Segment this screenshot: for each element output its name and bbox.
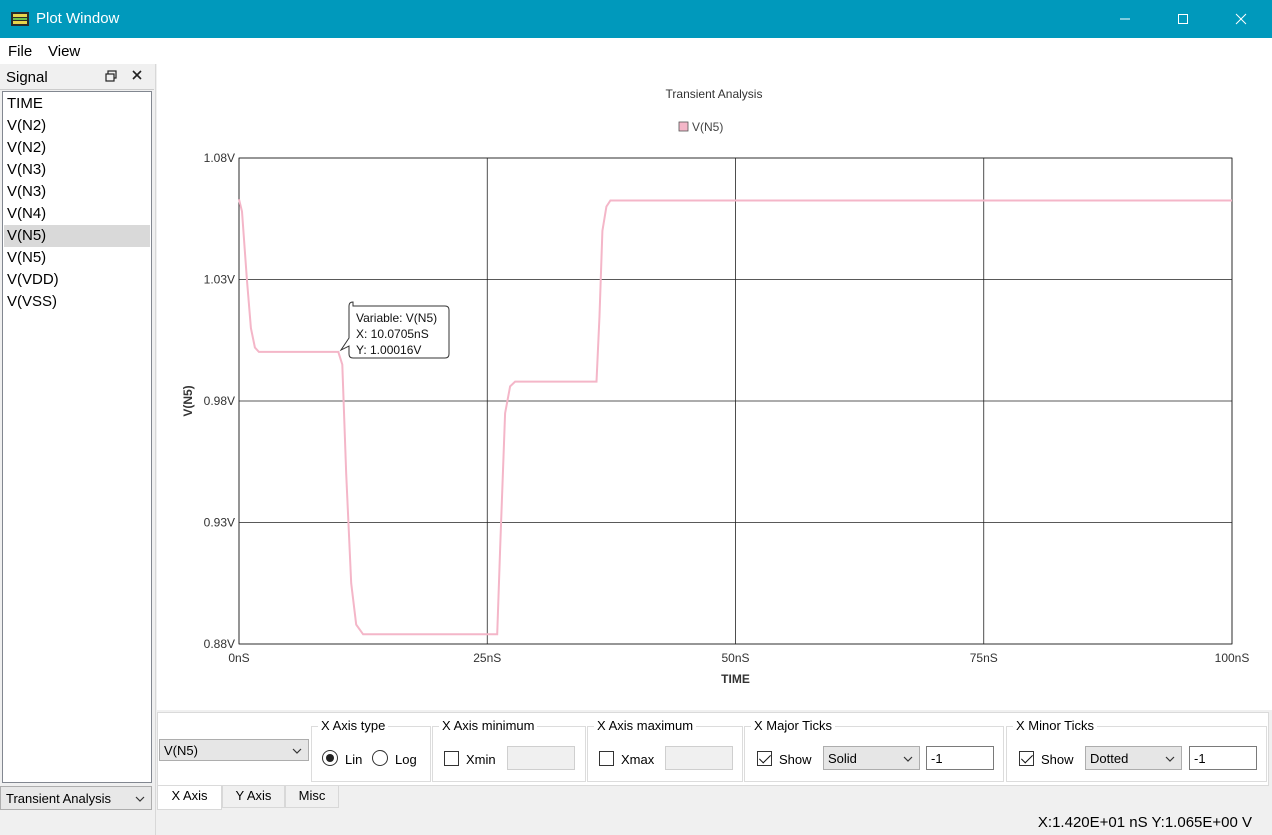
y-tick-label: 0.88V <box>204 637 235 651</box>
x-axis-max-group: X Axis maximum Xmax <box>587 718 743 782</box>
legend-label: V(N5) <box>692 120 723 134</box>
signal-list-item[interactable]: V(VDD) <box>4 269 150 291</box>
major-ticks-show-checkbox[interactable] <box>757 751 772 766</box>
x-tick-label: 75nS <box>970 651 998 665</box>
xmax-input[interactable] <box>665 746 733 770</box>
lin-label: Lin <box>345 752 363 767</box>
x-axis-label: TIME <box>721 672 750 686</box>
lin-radio[interactable] <box>322 750 338 766</box>
x-tick-label: 50nS <box>721 651 749 665</box>
tooltip-line: Variable: V(N5) <box>356 311 437 325</box>
major-ticks-value-input[interactable]: -1 <box>926 746 994 770</box>
x-axis-min-title: X Axis minimum <box>439 718 538 733</box>
close-icon <box>1235 13 1247 25</box>
status-bar: X:1.420E+01 nS Y:1.065E+00 V <box>157 812 1272 835</box>
variable-select-value: V(N5) <box>164 743 198 758</box>
log-radio[interactable] <box>372 750 388 766</box>
cursor-coordinates: X:1.420E+01 nS Y:1.065E+00 V <box>1037 814 1252 831</box>
signal-list-item[interactable]: V(VSS) <box>4 291 150 313</box>
x-tick-label: 100nS <box>1215 651 1250 665</box>
title-bar: Plot Window <box>0 0 1272 38</box>
signal-list-item[interactable]: TIME <box>4 93 150 115</box>
y-tick-label: 1.08V <box>204 151 235 165</box>
minor-ticks-show-label: Show <box>1041 752 1074 767</box>
x-axis-min-group: X Axis minimum Xmin <box>432 718 586 782</box>
minor-ticks-style-select[interactable]: Dotted <box>1085 746 1182 770</box>
x-axis-type-group: X Axis type Lin Log <box>311 718 431 782</box>
x-tick-label: 0nS <box>228 651 249 665</box>
close-button[interactable] <box>1212 0 1270 38</box>
x-major-ticks-group: X Major Ticks Show Solid -1 <box>744 718 1004 782</box>
x-minor-ticks-title: X Minor Ticks <box>1013 718 1098 733</box>
minor-ticks-value-input[interactable]: -1 <box>1189 746 1257 770</box>
menu-bar: File View <box>0 38 1272 64</box>
float-panel-icon[interactable] <box>104 69 118 83</box>
xmin-checkbox[interactable] <box>444 751 459 766</box>
maximize-icon <box>1178 14 1188 24</box>
xmin-input[interactable] <box>507 746 575 770</box>
signal-list-item[interactable]: V(N2) <box>4 115 150 137</box>
tab-x-axis[interactable]: X Axis <box>157 786 222 810</box>
signal-list: TIME V(N2) V(N2) V(N3) V(N3) V(N4) V(N5) V(N5) V… <box>2 91 152 783</box>
y-axis-label: V(N5) <box>181 385 195 416</box>
x-major-ticks-title: X Major Ticks <box>751 718 836 733</box>
major-ticks-show-label: Show <box>779 752 812 767</box>
maximize-button[interactable] <box>1154 0 1212 38</box>
signal-list-item[interactable]: V(N5) <box>4 225 150 247</box>
menu-file[interactable]: File <box>8 43 32 60</box>
signal-panel: Signal TIME V(N2) V(N2) V(N3) V(N3) V(N4) V(N5… <box>0 64 156 835</box>
transient-chart[interactable]: Transient Analysis V(N5) 0nS 25nS 50nS 75nS 10… <box>157 64 1272 710</box>
tab-y-axis[interactable]: Y Axis <box>222 786 285 808</box>
signal-list-item[interactable]: V(N3) <box>4 159 150 181</box>
xmax-checkbox[interactable] <box>599 751 614 766</box>
major-ticks-style-select[interactable]: Solid <box>823 746 920 770</box>
y-tick-label: 1.03V <box>204 273 235 287</box>
signal-list-item[interactable]: V(N2) <box>4 137 150 159</box>
minimize-button[interactable] <box>1096 0 1154 38</box>
log-label: Log <box>395 752 417 767</box>
tooltip-line: Y: 1.00016V <box>356 343 421 357</box>
x-axis-type-title: X Axis type <box>318 718 389 733</box>
plot-area[interactable]: Transient Analysis V(N5) 0nS 25nS 50nS 75nS 10… <box>157 64 1272 710</box>
chevron-down-icon <box>1165 756 1175 762</box>
signal-list-item[interactable]: V(N5) <box>4 247 150 269</box>
app-icon <box>11 12 29 26</box>
legend-swatch <box>678 121 689 132</box>
signal-list-item[interactable]: V(N4) <box>4 203 150 225</box>
tab-misc[interactable]: Misc <box>285 786 339 808</box>
menu-view[interactable]: View <box>48 43 80 60</box>
window-title: Plot Window <box>36 10 120 27</box>
y-tick-label: 0.98V <box>204 394 235 408</box>
x-minor-ticks-group: X Minor Ticks Show Dotted -1 <box>1006 718 1267 782</box>
tooltip-line: X: 10.0705nS <box>356 327 429 341</box>
minimize-icon <box>1120 18 1130 20</box>
minor-ticks-style-value: Dotted <box>1090 751 1129 766</box>
signal-list-item[interactable]: V(N3) <box>4 181 150 203</box>
close-panel-icon[interactable] <box>130 68 144 82</box>
signal-panel-header: Signal <box>0 64 154 90</box>
signal-panel-title: Signal <box>6 69 48 86</box>
x-axis-max-title: X Axis maximum <box>594 718 697 733</box>
analysis-type-value: Transient Analysis <box>6 791 112 806</box>
y-tick-label: 0.93V <box>204 516 235 530</box>
xmin-label: Xmin <box>466 752 496 767</box>
minor-ticks-show-checkbox[interactable] <box>1019 751 1034 766</box>
chart-title: Transient Analysis <box>666 87 763 101</box>
chevron-down-icon <box>903 756 913 762</box>
xmax-label: Xmax <box>621 752 655 767</box>
variable-select[interactable]: V(N5) <box>159 739 309 761</box>
chevron-down-icon <box>135 796 145 802</box>
major-ticks-style-value: Solid <box>828 751 857 766</box>
chevron-down-icon <box>292 748 302 754</box>
analysis-type-select[interactable]: Transient Analysis <box>0 786 152 810</box>
axis-controls-panel: V(N5) X Axis type Lin Log X Axis minimum… <box>157 712 1269 786</box>
x-tick-label: 25nS <box>473 651 501 665</box>
